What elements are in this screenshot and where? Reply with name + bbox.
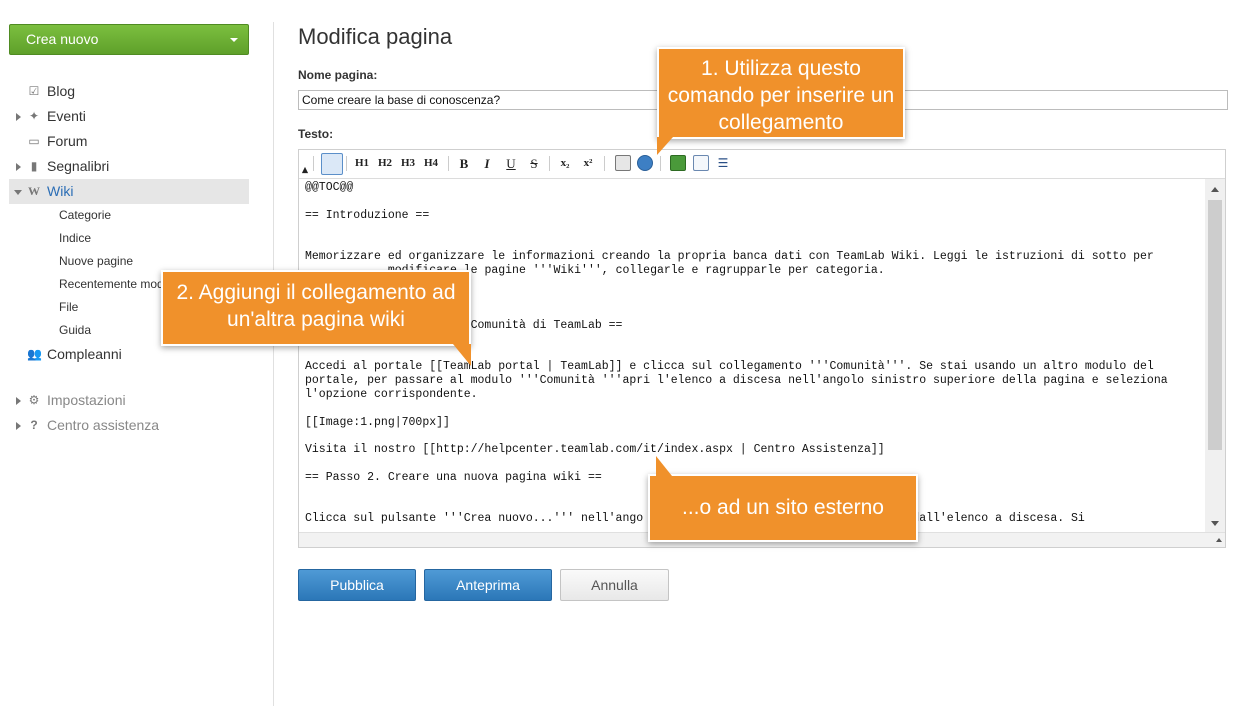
toolbar-separator xyxy=(549,156,550,171)
insert-file-icon[interactable] xyxy=(693,155,709,171)
underline-button[interactable]: U xyxy=(504,154,518,173)
expand-arrow-icon[interactable] xyxy=(16,422,21,430)
callout-external-link: ...o ad un sito esterno xyxy=(648,456,918,542)
edit-icon: ☑ xyxy=(28,84,40,98)
bold-button[interactable]: B xyxy=(457,154,471,173)
wiki-mode-icon[interactable] xyxy=(321,153,343,175)
editor-line: portale, per passare al modulo '''Comuni… xyxy=(305,374,1168,388)
cancel-button[interactable]: Annulla xyxy=(560,569,669,601)
toolbar-separator xyxy=(660,156,661,171)
h1-button[interactable]: H1 xyxy=(353,154,371,173)
toolbar-handle-icon: ▴ xyxy=(302,164,308,176)
editor-line xyxy=(305,222,1199,236)
editor-line xyxy=(305,236,1199,250)
chevron-down-icon xyxy=(230,38,238,42)
horizontal-rule-icon[interactable]: ☰ xyxy=(715,154,731,173)
sidebar-item-label: Centro assistenza xyxy=(47,417,160,433)
resize-grip-icon[interactable] xyxy=(1216,538,1222,542)
sidebar-item-label: Wiki xyxy=(47,183,74,199)
expand-arrow-icon[interactable] xyxy=(16,113,21,121)
sidebar-item-eventi[interactable]: ✦ Eventi xyxy=(9,104,249,129)
callout-tail xyxy=(657,137,673,155)
editor-line xyxy=(305,347,1199,361)
editor-line: Visita il nostro [[http://helpcenter.tea… xyxy=(305,443,885,457)
gear-icon: ⚙ xyxy=(28,393,40,407)
italic-button[interactable]: I xyxy=(480,154,494,173)
expand-arrow-icon[interactable] xyxy=(16,163,21,171)
preview-button[interactable]: Anteprima xyxy=(424,569,552,601)
people-icon: 👥 xyxy=(27,347,42,361)
sidebar-item-impostazioni[interactable]: ⚙ Impostazioni xyxy=(9,388,249,413)
editor-line: @@TOC@@ xyxy=(305,181,354,194)
external-link-icon[interactable] xyxy=(637,155,653,171)
h2-button[interactable]: H2 xyxy=(376,154,394,173)
editor-line: l'opzione corrispondente. xyxy=(305,387,478,401)
speech-bubble-icon: ▭ xyxy=(28,134,40,148)
editor-line xyxy=(305,195,1199,209)
vertical-divider xyxy=(273,22,274,706)
editor-scrollbar[interactable] xyxy=(1205,179,1225,534)
callout-internal-link: 2. Aggiungi il collegamento ad un'altra … xyxy=(161,270,471,366)
callout-insert-link: 1. Utilizza questo comando per inserire … xyxy=(657,47,905,155)
wiki-w-icon: W xyxy=(28,184,40,198)
sidebar-item-label: Forum xyxy=(47,133,88,149)
callout-tail xyxy=(656,456,672,476)
sidebar-item-label: Blog xyxy=(47,83,76,99)
sidebar-item-blog[interactable]: ☑ Blog xyxy=(9,79,249,104)
h3-button[interactable]: H3 xyxy=(399,154,417,173)
sidebar-nav: ☑ Blog ✦ Eventi ▭ Forum ▮ Segnalibri W W… xyxy=(9,79,249,438)
create-new-label: Crea nuovo xyxy=(26,31,99,47)
scroll-up-icon[interactable] xyxy=(1211,187,1219,192)
sidebar-item-label: Impostazioni xyxy=(47,392,126,408)
collapse-arrow-icon[interactable] xyxy=(14,190,22,195)
expand-arrow-icon[interactable] xyxy=(16,397,21,405)
editor-line xyxy=(305,429,1199,443)
sidebar-item-label: Segnalibri xyxy=(47,158,110,174)
internal-link-icon[interactable] xyxy=(615,155,631,171)
question-icon: ? xyxy=(30,418,38,432)
insert-image-icon[interactable] xyxy=(670,155,686,171)
wiki-sub-categorie[interactable]: Categorie xyxy=(9,204,249,227)
sidebar-item-wiki[interactable]: W Wiki xyxy=(9,179,249,204)
editor-line: [[Image:1.png|700px]] xyxy=(305,415,450,429)
subscript-button[interactable]: x₂ xyxy=(557,154,573,173)
scroll-down-icon[interactable] xyxy=(1211,521,1219,526)
callout-text: 2. Aggiungi il collegamento ad un'altra … xyxy=(176,281,456,331)
sidebar-item-centro-assistenza[interactable]: ? Centro assistenza xyxy=(9,413,249,438)
sidebar-item-label: Compleanni xyxy=(47,346,122,362)
pin-icon: ✦ xyxy=(28,109,40,123)
create-new-button[interactable]: Crea nuovo xyxy=(9,24,249,55)
editor-line: Accedi al portale [[TeamLab portal | Tea… xyxy=(305,360,1154,374)
editor-toolbar: ▴ H1 H2 H3 H4 B I U S x₂ x² ☰ xyxy=(299,150,1225,179)
callout-text: 1. Utilizza questo comando per inserire … xyxy=(667,57,895,134)
callout-tail xyxy=(453,344,471,366)
publish-button[interactable]: Pubblica xyxy=(298,569,416,601)
sidebar-item-forum[interactable]: ▭ Forum xyxy=(9,129,249,154)
editor-line: == Introduzione == xyxy=(305,208,430,222)
page-title: Modifica pagina xyxy=(298,24,453,49)
text-label: Testo: xyxy=(298,127,334,141)
editor-line xyxy=(305,402,1199,416)
callout-text: ...o ad un sito esterno xyxy=(682,496,884,519)
scroll-thumb[interactable] xyxy=(1208,200,1222,450)
superscript-button[interactable]: x² xyxy=(580,154,596,173)
page-name-label: Nome pagina: xyxy=(298,68,378,82)
editor-line: Memorizzare ed organizzare le informazio… xyxy=(305,249,1154,263)
h4-button[interactable]: H4 xyxy=(422,154,440,173)
editor-line xyxy=(305,457,1199,471)
toolbar-separator xyxy=(346,156,347,171)
bookmark-icon: ▮ xyxy=(30,159,38,173)
wiki-sub-indice[interactable]: Indice xyxy=(9,227,249,250)
strikethrough-button[interactable]: S xyxy=(527,154,541,173)
toolbar-separator xyxy=(604,156,605,171)
toolbar-separator xyxy=(448,156,449,171)
sidebar-item-label: Eventi xyxy=(47,108,86,124)
toolbar-separator xyxy=(313,156,314,171)
sidebar-item-segnalibri[interactable]: ▮ Segnalibri xyxy=(9,154,249,179)
